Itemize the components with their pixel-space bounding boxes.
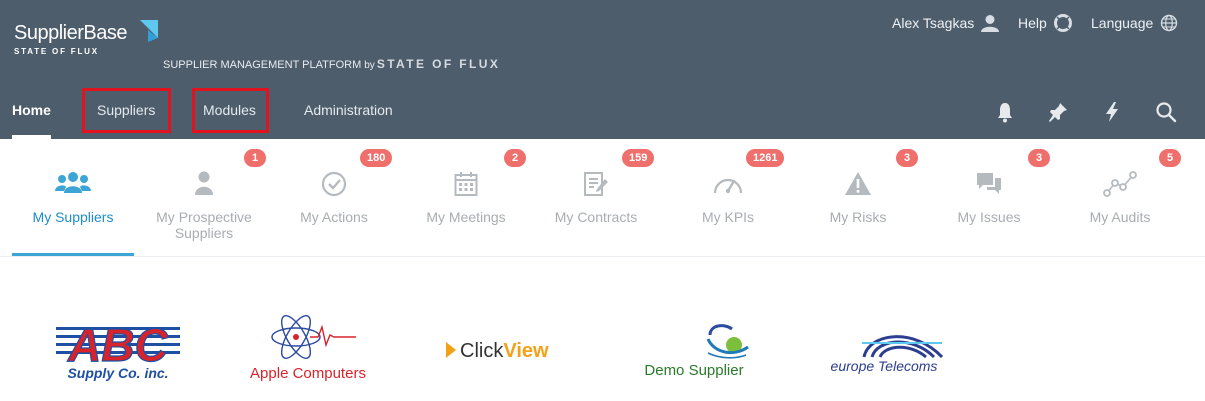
calendar-icon — [454, 172, 478, 196]
help-link[interactable]: Help — [1018, 14, 1072, 32]
tile-my-meetings[interactable]: My Meetings 2 — [402, 139, 530, 257]
platform-by: by — [364, 60, 375, 71]
tile-my-actions[interactable]: My Actions 180 — [270, 139, 398, 257]
tile-label: My Audits — [1089, 209, 1151, 225]
tile-my-risks[interactable]: My Risks 3 — [794, 139, 922, 257]
user-icon — [981, 15, 1000, 32]
pin-icon[interactable] — [1047, 101, 1069, 123]
tile-my-suppliers[interactable]: My Suppliers — [12, 139, 134, 257]
tile-my-audits[interactable]: My Audits 5 — [1056, 139, 1184, 257]
check-circle-icon — [321, 171, 347, 197]
tile-label: My Prospective Suppliers — [156, 209, 252, 241]
platform-tagline: SUPPLIER MANAGEMENT PLATFORM by STATE OF F… — [163, 57, 500, 71]
help-label: Help — [1018, 15, 1047, 31]
suppliers-highlight-box — [82, 88, 171, 133]
lifebuoy-icon — [1053, 14, 1072, 32]
tile-label: My KPIs — [701, 209, 755, 225]
logo-name: SupplierBase — [14, 22, 127, 44]
users-icon — [55, 172, 91, 193]
bell-icon[interactable] — [994, 101, 1016, 123]
logo-mark-icon — [140, 20, 158, 42]
supplier-abc[interactable]: ABC Supply Co. inc. — [48, 305, 188, 385]
count-badge: 1261 — [746, 149, 785, 167]
supplier-europe-telecoms[interactable]: europe Telecoms — [814, 305, 954, 385]
europe-telecoms-name: europe Telecoms — [831, 358, 938, 374]
abc-supply-logo: ABC Supply Co. inc. — [56, 318, 180, 381]
tile-label: My Suppliers — [32, 209, 114, 225]
count-badge: 159 — [622, 149, 655, 167]
demo-supplier-name: Demo Supplier — [644, 362, 743, 379]
nav-administration[interactable]: Administration — [304, 85, 393, 139]
tile-label: My Meetings — [426, 209, 506, 225]
supplier-demo-supplier[interactable]: Demo Supplier — [624, 305, 764, 385]
tile-my-contracts[interactable]: My Contracts 159 — [532, 139, 660, 257]
main-nav: Home Suppliers Modules Administration — [0, 85, 1205, 139]
tile-label: My Actions — [300, 209, 368, 225]
user-name: Alex Tsagkas — [892, 15, 975, 31]
language-label: Language — [1091, 15, 1154, 31]
warning-icon — [845, 172, 871, 195]
supplier-clickview[interactable]: ClickView — [440, 305, 570, 385]
clickview-view: View — [503, 340, 549, 362]
abc-wordmark: ABC — [67, 319, 168, 371]
clickview-logo: ClickView — [446, 340, 549, 362]
apple-computers-name: Apple Computers — [250, 365, 366, 382]
tile-label: My Issues — [957, 209, 1021, 225]
logo-sub: STATE OF FLUX — [14, 47, 99, 56]
supplier-apple-computers[interactable]: Apple Computers — [238, 305, 378, 385]
chat-icon — [977, 173, 1001, 194]
lightning-icon[interactable] — [1101, 101, 1123, 123]
count-badge: 3 — [896, 149, 918, 167]
count-badge: 1 — [244, 149, 266, 167]
apple-computers-logo: Apple Computers — [250, 315, 366, 382]
svg-text:ClickView: ClickView — [460, 340, 549, 362]
count-badge: 180 — [360, 149, 393, 167]
contract-icon — [584, 172, 608, 196]
demo-supplier-logo: Demo Supplier — [644, 324, 749, 379]
abc-tagline: Supply Co. inc. — [67, 365, 168, 381]
count-badge: 3 — [1028, 149, 1050, 167]
tile-my-issues[interactable]: My Issues 3 — [925, 139, 1053, 257]
count-badge: 2 — [504, 149, 526, 167]
platform-brand: STATE OF FLUX — [376, 57, 501, 71]
language-selector[interactable]: Language — [1091, 14, 1178, 32]
supplierbase-logo[interactable]: SupplierBase STATE OF FLUX — [14, 20, 158, 56]
count-badge: 5 — [1159, 149, 1181, 167]
nav-home[interactable]: Home — [12, 85, 51, 139]
platform-text: SUPPLIER MANAGEMENT PLATFORM — [163, 59, 362, 71]
top-bar: SupplierBase STATE OF FLUX SUPPLIER MANA… — [0, 0, 1205, 85]
gauge-icon — [713, 178, 743, 194]
section-divider — [0, 256, 1205, 257]
search-icon[interactable] — [1155, 101, 1177, 123]
modules-highlight-box — [192, 88, 269, 133]
tile-my-kpis[interactable]: My KPIs 1261 — [664, 139, 792, 257]
user-icon — [195, 171, 213, 195]
tile-label: My Contracts — [554, 209, 638, 225]
clickview-click: Click — [460, 340, 504, 362]
tile-my-prospective-suppliers[interactable]: My Prospective Suppliers 1 — [140, 139, 268, 257]
europe-telecoms-logo: europe Telecoms — [831, 335, 944, 374]
tile-label: My Risks — [829, 209, 887, 225]
globe-icon — [1161, 14, 1178, 32]
user-menu[interactable]: Alex Tsagkas — [892, 14, 1000, 32]
audit-icon — [1103, 171, 1137, 197]
